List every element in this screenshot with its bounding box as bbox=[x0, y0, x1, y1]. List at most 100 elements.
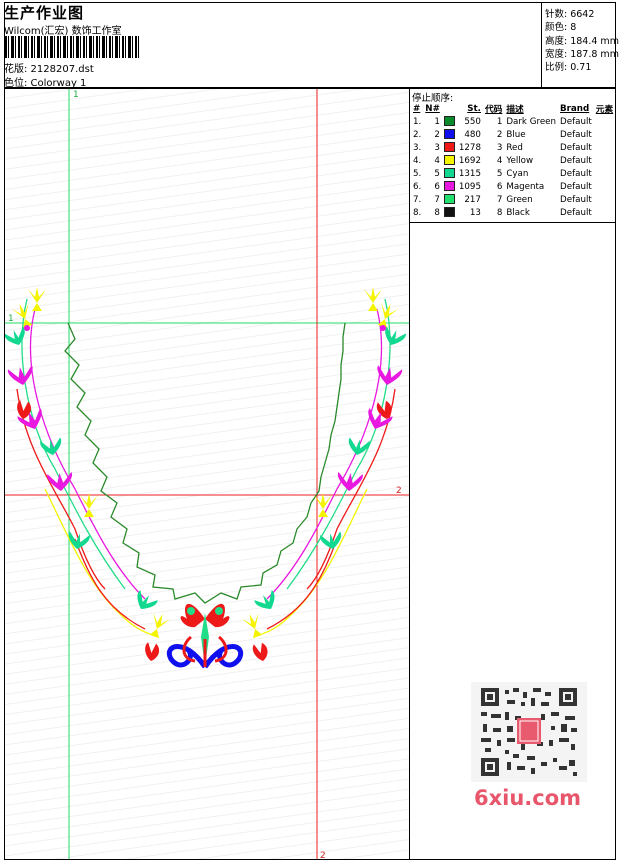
row-needle: 4 bbox=[434, 155, 440, 166]
row-needle: 6 bbox=[434, 181, 440, 192]
color-swatch bbox=[442, 141, 457, 154]
color-swatch-box bbox=[443, 194, 455, 205]
qr-code bbox=[471, 682, 587, 782]
guide-label-v-red: 2 bbox=[320, 851, 326, 860]
table-row: 6. 6 1095 6 Magenta Default bbox=[411, 180, 615, 193]
col-header-brand: Brand bbox=[560, 103, 590, 114]
row-stitches: 1278 bbox=[458, 142, 481, 153]
row-brand: Default bbox=[560, 155, 592, 166]
row-description: Blue bbox=[506, 129, 526, 140]
row-element bbox=[594, 206, 615, 219]
stop-sequence-table: # N# St. 代码 描述 Brand 元素 1. 1 550 1 Dark Gree… bbox=[411, 102, 615, 219]
color-swatch-box bbox=[443, 129, 455, 140]
row-index: 4. bbox=[413, 155, 422, 166]
color-swatch-box bbox=[443, 142, 455, 153]
row-index: 5. bbox=[413, 168, 422, 179]
row-code: 5 bbox=[496, 168, 503, 179]
row-code: 1 bbox=[496, 116, 503, 127]
row-element bbox=[594, 180, 615, 193]
company-name: Wilcom(汇宏) 数饰工作室 bbox=[4, 26, 122, 37]
row-index: 8. bbox=[413, 207, 422, 218]
colorway-label: 色位: Colorway 1 bbox=[4, 78, 87, 89]
design-scale: 比例: 0.71 bbox=[545, 62, 592, 73]
embroidery-design: 1 1 2 2 bbox=[5, 89, 409, 860]
row-index: 3. bbox=[413, 142, 422, 153]
color-count: 颜色: 8 bbox=[545, 22, 577, 33]
color-swatch-box bbox=[443, 181, 455, 192]
row-brand: Default bbox=[560, 181, 592, 192]
color-swatch bbox=[442, 206, 457, 219]
color-swatch bbox=[442, 180, 457, 193]
row-element bbox=[594, 115, 615, 128]
row-stitches: 1692 bbox=[458, 155, 481, 166]
row-description: Magenta bbox=[506, 181, 545, 192]
row-needle: 8 bbox=[434, 207, 440, 218]
color-swatch-box bbox=[443, 116, 455, 127]
col-header-swatch bbox=[442, 102, 457, 115]
row-code: 4 bbox=[496, 155, 503, 166]
row-element bbox=[594, 167, 615, 180]
row-element bbox=[594, 128, 615, 141]
center-flower-motif bbox=[166, 603, 244, 669]
row-stitches: 1095 bbox=[458, 181, 481, 192]
table-row: 3. 3 1278 3 Red Default bbox=[411, 141, 615, 154]
row-stitches: 550 bbox=[464, 116, 481, 127]
guide-label-v-green: 1 bbox=[73, 90, 79, 100]
watermark: 6xiu.com bbox=[474, 786, 582, 810]
row-stitches: 13 bbox=[469, 207, 481, 218]
row-description: Red bbox=[506, 142, 523, 153]
row-code: 8 bbox=[496, 207, 503, 218]
color-swatch-box bbox=[443, 207, 455, 218]
row-element bbox=[594, 193, 615, 206]
row-stitches: 1315 bbox=[458, 168, 481, 179]
row-needle: 2 bbox=[434, 129, 440, 140]
row-index: 7. bbox=[413, 194, 422, 205]
col-header-element: 元素 bbox=[595, 105, 614, 115]
table-row: 5. 5 1315 5 Cyan Default bbox=[411, 167, 615, 180]
row-needle: 7 bbox=[434, 194, 440, 205]
color-swatch bbox=[442, 115, 457, 128]
stats-panel: 针数: 6642 颜色: 8 高度: 184.4 mm 宽度: 187.8 mm… bbox=[541, 2, 619, 88]
table-row: 2. 2 480 2 Blue Default bbox=[411, 128, 615, 141]
row-index: 6. bbox=[413, 181, 422, 192]
row-brand: Default bbox=[560, 168, 592, 179]
row-needle: 3 bbox=[434, 142, 440, 153]
table-row: 8. 8 13 8 Black Default bbox=[411, 206, 615, 219]
row-code: 6 bbox=[496, 181, 503, 192]
design-height: 高度: 184.4 mm bbox=[545, 36, 619, 47]
row-index: 2. bbox=[413, 129, 422, 140]
stitch-count: 针数: 6642 bbox=[545, 9, 595, 20]
col-header-index: # bbox=[413, 103, 421, 114]
row-brand: Default bbox=[560, 116, 592, 127]
row-code: 7 bbox=[496, 194, 503, 205]
design-width: 宽度: 187.8 mm bbox=[545, 49, 619, 60]
row-brand: Default bbox=[560, 207, 592, 218]
row-stitches: 480 bbox=[464, 129, 481, 140]
table-row: 1. 1 550 1 Dark Green Default bbox=[411, 115, 615, 128]
guide-label-h-green: 1 bbox=[8, 314, 14, 324]
table-row: 7. 7 217 7 Green Default bbox=[411, 193, 615, 206]
col-header-description: 描述 bbox=[506, 105, 524, 115]
row-element bbox=[594, 154, 615, 167]
guide-label-h-red: 2 bbox=[396, 486, 402, 496]
barcode bbox=[5, 36, 141, 58]
row-brand: Default bbox=[560, 194, 592, 205]
design-canvas: 1 1 2 2 bbox=[4, 88, 410, 860]
color-swatch bbox=[442, 167, 457, 180]
row-code: 3 bbox=[496, 142, 503, 153]
neckline-zigzag bbox=[64, 322, 346, 604]
row-element bbox=[594, 141, 615, 154]
color-swatch-box bbox=[443, 155, 455, 166]
color-swatch bbox=[442, 128, 457, 141]
col-header-n: N# bbox=[425, 103, 440, 114]
row-brand: Default bbox=[560, 129, 592, 140]
color-swatch-box bbox=[443, 168, 455, 179]
row-needle: 1 bbox=[434, 116, 440, 127]
table-row: 4. 4 1692 4 Yellow Default bbox=[411, 154, 615, 167]
row-description: Dark Green bbox=[506, 116, 557, 127]
row-needle: 5 bbox=[434, 168, 440, 179]
row-index: 1. bbox=[413, 116, 422, 127]
page-title: 生产作业图 bbox=[4, 4, 85, 22]
row-description: Green bbox=[506, 194, 533, 205]
row-brand: Default bbox=[560, 142, 592, 153]
